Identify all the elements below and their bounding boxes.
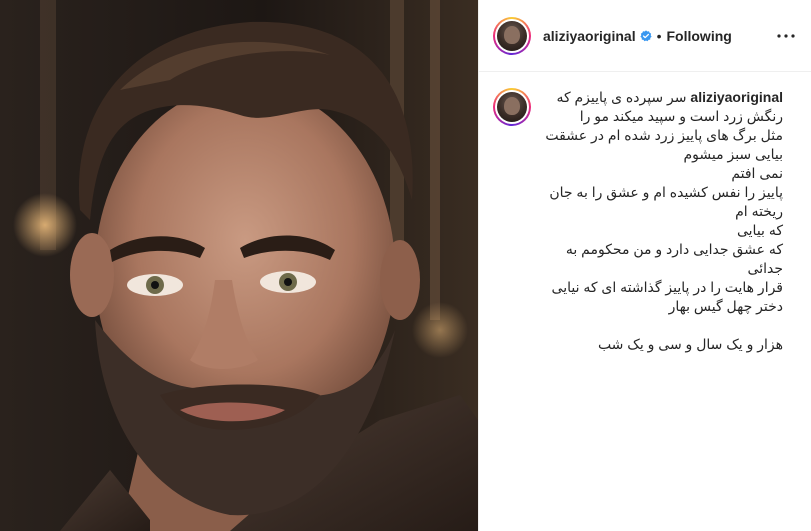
separator-dot: • (656, 27, 662, 44)
caption-closing: هزار و یک سال و سی و یک شب (597, 336, 783, 352)
caption-author-avatar[interactable] (493, 88, 531, 126)
post-side-panel: aliziyaoriginal • Following aliziyaorigi… (478, 0, 811, 531)
author-avatar[interactable] (493, 16, 531, 55)
author-username[interactable]: aliziyaoriginal (543, 28, 636, 44)
avatar-image (497, 20, 527, 51)
portrait-image (0, 0, 478, 531)
caption-line: جدائی (747, 260, 783, 276)
caption-line: دختر چهل گیس بهار (668, 298, 783, 314)
post-dialog: aliziyaoriginal • Following aliziyaorigi… (0, 0, 811, 531)
post-photo[interactable] (0, 0, 478, 531)
caption-line: نمی افتم (731, 165, 783, 181)
caption-comment: aliziyaoriginal سر سپرده ی پاییزم که رنگ… (479, 72, 811, 354)
following-button[interactable]: Following (667, 28, 732, 44)
caption-line: که عشق جدایی دارد و من محکومم به (565, 241, 783, 257)
caption-line: قرار هایت را در پاییز گذاشته ای که نیایی (551, 279, 783, 295)
more-horizontal-icon[interactable] (775, 25, 797, 47)
caption-line: مثل برگ های پاییز زرد شده ام در عشقت (545, 127, 783, 143)
caption-line: بیایی سبز میشوم (683, 146, 783, 162)
caption-line: رنگش زرد است و سپید میکند مو را (579, 108, 783, 124)
post-header: aliziyaoriginal • Following (479, 0, 811, 72)
caption-avatar-image (497, 92, 527, 122)
caption-username[interactable]: aliziyaoriginal (690, 89, 783, 105)
caption-line: ریخته ام (735, 203, 783, 219)
verified-badge-icon (639, 29, 652, 41)
caption-text: aliziyaoriginal سر سپرده ی پاییزم که رنگ… (543, 88, 783, 354)
caption-line: پاییز را نفس کشیده ام و عشق را به جان (549, 184, 783, 200)
caption-line: که بیایی (736, 222, 783, 238)
caption-line: سر سپرده ی پاییزم که (556, 89, 687, 105)
